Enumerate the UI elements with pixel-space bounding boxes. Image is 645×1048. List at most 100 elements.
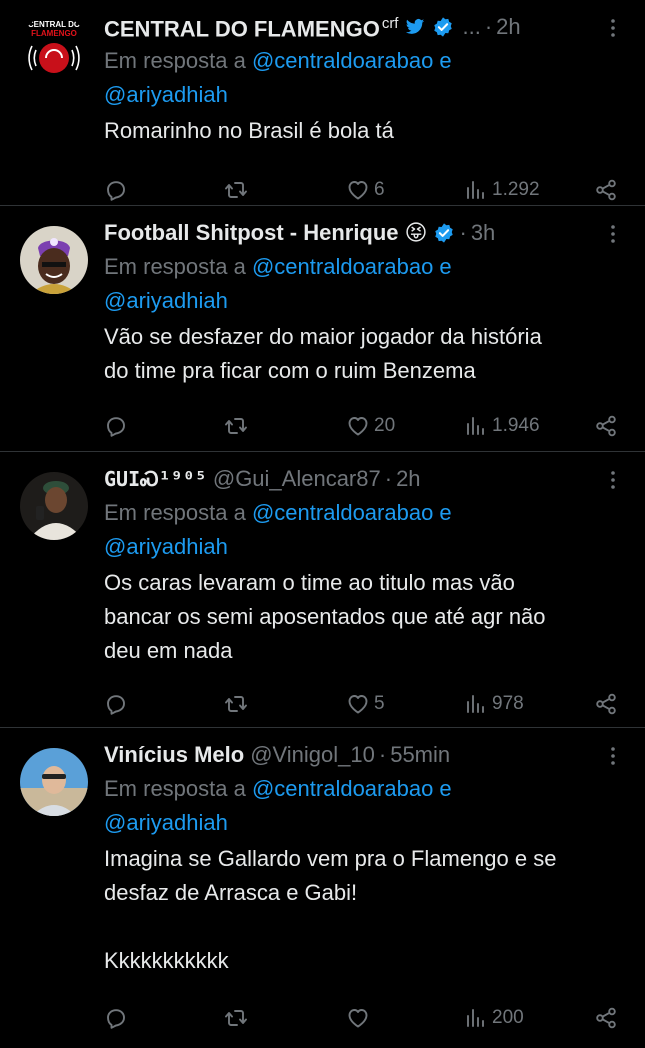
share-button[interactable] [594, 414, 618, 438]
reply-context: Em resposta a @centraldoarabao e @ariyad… [104, 250, 629, 318]
timestamp[interactable]: 2h [396, 464, 420, 494]
heart-icon [346, 692, 370, 716]
action-bar: 200 [104, 988, 629, 1048]
avatar-text-bottom: FLAMENGO [31, 29, 77, 38]
heart-icon [346, 1006, 370, 1030]
separator-dot: · [384, 466, 393, 491]
views-icon [464, 1006, 488, 1030]
share-icon [594, 178, 618, 202]
tweet-header: Vinícius Melo @Vinigol_10 · 55min [104, 740, 629, 770]
views-icon [464, 692, 488, 716]
retweet-button[interactable] [224, 1006, 346, 1030]
mention-link[interactable]: @ariyadhiah [104, 534, 228, 559]
reply-icon [104, 1006, 128, 1030]
mention-link[interactable]: @centraldoarabao e [252, 776, 452, 801]
separator-dot: · [484, 14, 493, 39]
mention-link[interactable]: @ariyadhiah [104, 288, 228, 313]
mention-link[interactable]: @centraldoarabao e [252, 254, 452, 279]
reply-icon [104, 692, 128, 716]
reply-button[interactable] [104, 414, 224, 438]
retweet-icon [224, 1006, 248, 1030]
share-button[interactable] [594, 178, 618, 202]
retweet-icon [224, 414, 248, 438]
more-icon[interactable] [601, 468, 625, 492]
view-count: 1.292 [492, 179, 540, 200]
more-icon[interactable] [601, 744, 625, 768]
reply-button[interactable] [104, 178, 224, 202]
display-name[interactable]: GUIᏍ¹⁹⁰⁵ [104, 464, 207, 494]
share-button[interactable] [594, 692, 618, 716]
separator-dot: · [378, 742, 387, 767]
mention-link[interactable]: @centraldoarabao e [252, 48, 452, 73]
mention-link[interactable]: @ariyadhiah [104, 82, 228, 107]
views-button[interactable]: 1.946 [464, 414, 594, 438]
mention-link[interactable]: @ariyadhiah [104, 810, 228, 835]
share-button[interactable] [594, 1006, 618, 1030]
action-bar: 20 1.946 [104, 396, 629, 456]
retweet-button[interactable] [224, 178, 346, 202]
tweet[interactable]: CENTRAL DO FLAMENGO CENTRAL DO FLAMENGO c… [0, 0, 645, 206]
tweet-header: Football Shitpost - Henrique 😝 · 3h [104, 218, 629, 248]
heart-icon [346, 414, 370, 438]
share-icon [594, 1006, 618, 1030]
retweet-button[interactable] [224, 692, 346, 716]
reply-context: Em resposta a @centraldoarabao e @ariyad… [104, 44, 629, 112]
more-icon[interactable] [601, 222, 625, 246]
tweet[interactable]: Vinícius Melo @Vinigol_10 · 55min Em res… [0, 728, 645, 1024]
avatar[interactable] [20, 472, 88, 540]
views-button[interactable]: 1.292 [464, 178, 594, 202]
avatar[interactable]: CENTRAL DO FLAMENGO [20, 14, 88, 82]
like-count: 20 [374, 415, 396, 436]
user-handle[interactable]: @Gui_Alencar87 [213, 464, 381, 494]
like-button[interactable]: 5 [346, 692, 464, 716]
tweet-text: Vão se desfazer do maior jogador da hist… [104, 324, 542, 383]
display-name[interactable]: Vinícius Melo [104, 740, 244, 770]
verified-badge-icon [432, 16, 454, 38]
reply-icon [104, 414, 128, 438]
retweet-icon [224, 692, 248, 716]
heart-icon [346, 178, 370, 202]
tweet-text: Imagina se Gallardo vem pra o Flamengo e… [104, 846, 557, 973]
timestamp[interactable]: 55min [390, 740, 450, 770]
reply-context: Em resposta a @centraldoarabao e @ariyad… [104, 496, 629, 564]
retweet-button[interactable] [224, 414, 346, 438]
tweet[interactable]: Football Shitpost - Henrique 😝 · 3h Em r… [0, 206, 645, 452]
emoji: 😝 [404, 220, 428, 245]
tweet[interactable]: GUIᏍ¹⁹⁰⁵ @Gui_Alencar87 · 2h Em resposta… [0, 452, 645, 728]
reply-button[interactable] [104, 1006, 224, 1030]
timestamp[interactable]: 2h [496, 12, 520, 42]
like-button[interactable] [346, 1006, 464, 1030]
views-button[interactable]: 978 [464, 692, 594, 716]
twitter-bird-icon [404, 17, 426, 37]
user-handle[interactable]: @Vinigol_10 [250, 740, 375, 770]
avatar[interactable] [20, 226, 88, 294]
avatar[interactable] [20, 748, 88, 816]
view-count: 978 [492, 693, 524, 714]
timestamp[interactable]: 3h [471, 218, 495, 248]
retweet-icon [224, 178, 248, 202]
reply-prefix: Em resposta a [104, 254, 246, 279]
more-icon[interactable] [601, 16, 625, 40]
views-icon [464, 414, 488, 438]
reply-icon [104, 178, 128, 202]
action-bar: 5 978 [104, 674, 629, 734]
tweet-text: Romarinho no Brasil é bola tá [104, 118, 394, 143]
reply-prefix: Em resposta a [104, 776, 246, 801]
like-button[interactable]: 6 [346, 178, 464, 202]
view-count: 200 [492, 1007, 524, 1028]
reply-button[interactable] [104, 692, 224, 716]
name-suffix: crf [381, 15, 399, 33]
tweet-header: CENTRAL DO FLAMENGO crf ... · 2h [104, 12, 629, 42]
views-button[interactable]: 200 [464, 1006, 594, 1030]
display-name[interactable]: Football Shitpost - Henrique [104, 218, 399, 248]
like-button[interactable]: 20 [346, 414, 464, 438]
mention-link[interactable]: @centraldoarabao e [252, 500, 452, 525]
display-name[interactable]: CENTRAL DO FLAMENGO crf [104, 9, 398, 44]
view-count: 1.946 [492, 415, 540, 436]
reply-context: Em resposta a @centraldoarabao e @ariyad… [104, 772, 629, 840]
separator-dot: · [459, 220, 467, 245]
tweet-text: Os caras levaram o time ao titulo mas vã… [104, 570, 546, 663]
views-icon [464, 178, 488, 202]
handle-ellipsis: ... [462, 14, 481, 39]
reply-prefix: Em resposta a [104, 500, 246, 525]
